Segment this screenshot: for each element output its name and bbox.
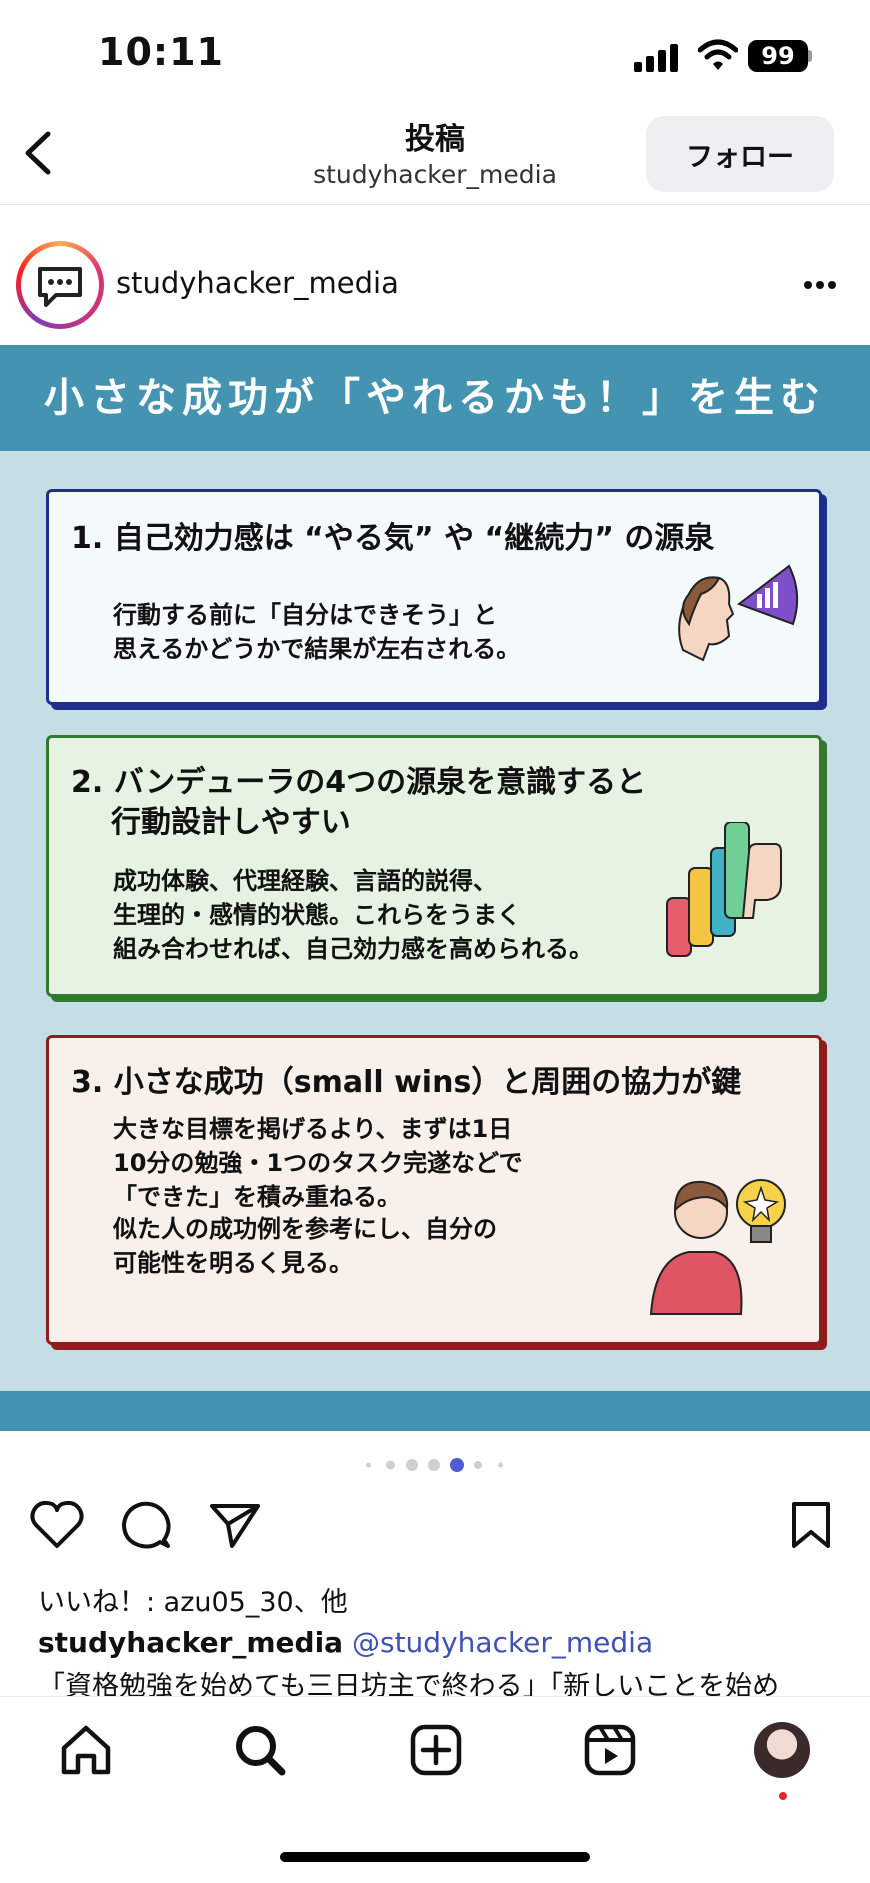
battery-indicator: 99 [748, 40, 808, 72]
save-bookmark-icon[interactable] [790, 1500, 832, 1550]
card-item-1-body: 行動する前に「自分はできそう」と 思えるかどうかで結果が左右される。 [113, 601, 521, 663]
card-item-2-body: 成功体験、代理経験、言語的説得、 生理的・感情的状態。これらをうまく 組み合わせ… [113, 867, 593, 963]
cylinders-fist-illustration [666, 822, 782, 957]
card-item-2: 2. バンデューラの4つの源泉を意識すると 行動設計しやすい 成功体験、代理経験… [46, 735, 822, 997]
home-icon[interactable] [58, 1722, 114, 1778]
home-indicator [280, 1852, 590, 1862]
like-heart-icon[interactable] [30, 1500, 84, 1550]
battery-nub [808, 50, 812, 62]
search-icon[interactable] [232, 1722, 288, 1778]
reels-icon[interactable] [582, 1722, 638, 1778]
person-lightbulb-illustration [649, 1179, 786, 1315]
likes-count[interactable]: いいね！: azu05_30、他 [38, 1580, 348, 1619]
header-divider [0, 204, 870, 205]
card-item-3: 3. 小さな成功（small wins）と周囲の協力が鍵 大きな目標を掲げるより… [46, 1035, 822, 1345]
thinking-person-illustration [678, 564, 799, 662]
card-item-3-body-1: 大きな目標を掲げるより、まずは1日 10分の勉強・1つのタスク完遂などで 「でき… [113, 1115, 523, 1211]
create-post-icon[interactable] [408, 1722, 464, 1778]
chat-bubble-icon [38, 267, 82, 307]
caption-mention[interactable]: @studyhacker_media [352, 1626, 653, 1659]
card-item-3-body-2: 似た人の成功例を参考にし、自分の 可能性を明るく見る。 [113, 1215, 497, 1277]
caption-header: studyhacker_media @studyhacker_media [38, 1626, 653, 1659]
card-banner-title: 小さな成功が「やれるかも！」を生む [0, 345, 870, 451]
card-item-1-heading: 1. 自己効力感は “やる気” や “継続力” の源泉 [71, 521, 715, 556]
profile-avatar[interactable] [754, 1722, 810, 1778]
comment-icon[interactable] [120, 1500, 172, 1552]
status-time: 10:11 [98, 30, 224, 74]
share-send-icon[interactable] [208, 1500, 262, 1550]
card-item-2-heading-line1: 2. バンデューラの4つの源泉を意識すると [71, 765, 647, 800]
card-item-2-heading-line2: 行動設計しやすい [111, 805, 351, 840]
notification-dot [779, 1792, 787, 1800]
caption-username[interactable]: studyhacker_media [38, 1626, 343, 1659]
post-image-card[interactable]: 小さな成功が「やれるかも！」を生む 1. 自己効力感は “やる気” や “継続力… [0, 345, 870, 1431]
more-options-icon[interactable] [800, 270, 840, 300]
cellular-signal-icon [634, 42, 680, 72]
follow-button[interactable]: フォロー [646, 116, 834, 192]
card-item-3-heading: 3. 小さな成功（small wins）と周囲の協力が鍵 [71, 1065, 742, 1100]
wifi-icon [698, 39, 738, 70]
post-username[interactable]: studyhacker_media [116, 266, 399, 300]
avatar[interactable] [26, 251, 94, 319]
card-item-1: 1. 自己効力感は “やる気” や “継続力” の源泉 行動する前に「自分はでき… [46, 489, 822, 705]
card-bottom-band [0, 1391, 870, 1431]
